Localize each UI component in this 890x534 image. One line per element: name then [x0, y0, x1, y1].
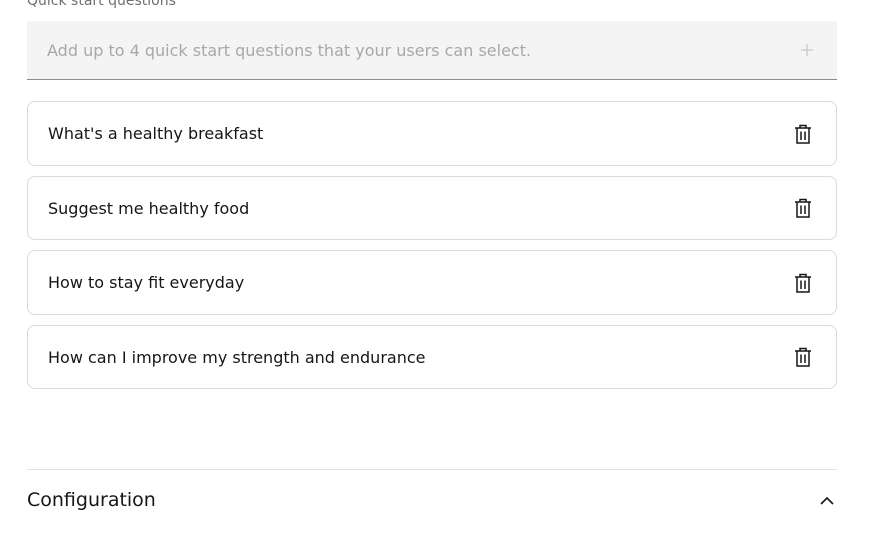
- question-text: How can I improve my strength and endura…: [48, 347, 426, 367]
- trash-icon[interactable]: [787, 341, 819, 373]
- trash-icon[interactable]: [787, 192, 819, 224]
- question-item: What's a healthy breakfast: [27, 101, 837, 166]
- question-list: What's a healthy breakfast Suggest me he…: [27, 101, 837, 399]
- chevron-up-icon[interactable]: [817, 490, 837, 510]
- plus-icon[interactable]: [777, 21, 837, 79]
- question-text: Suggest me healthy food: [48, 198, 250, 218]
- configuration-accordion-header[interactable]: Configuration: [27, 470, 837, 530]
- trash-icon[interactable]: [787, 267, 819, 299]
- add-question-input[interactable]: [27, 21, 777, 79]
- quick-start-label: Quick start questions: [27, 0, 176, 9]
- question-text: How to stay fit everyday: [48, 273, 245, 292]
- question-item: Suggest me healthy food: [27, 176, 837, 240]
- trash-icon[interactable]: [787, 118, 819, 150]
- configuration-title: Configuration: [27, 489, 156, 511]
- question-text: What's a healthy breakfast: [48, 124, 264, 143]
- add-question-field[interactable]: [27, 21, 837, 80]
- question-item: How can I improve my strength and endura…: [27, 325, 837, 389]
- question-item: How to stay fit everyday: [27, 250, 837, 315]
